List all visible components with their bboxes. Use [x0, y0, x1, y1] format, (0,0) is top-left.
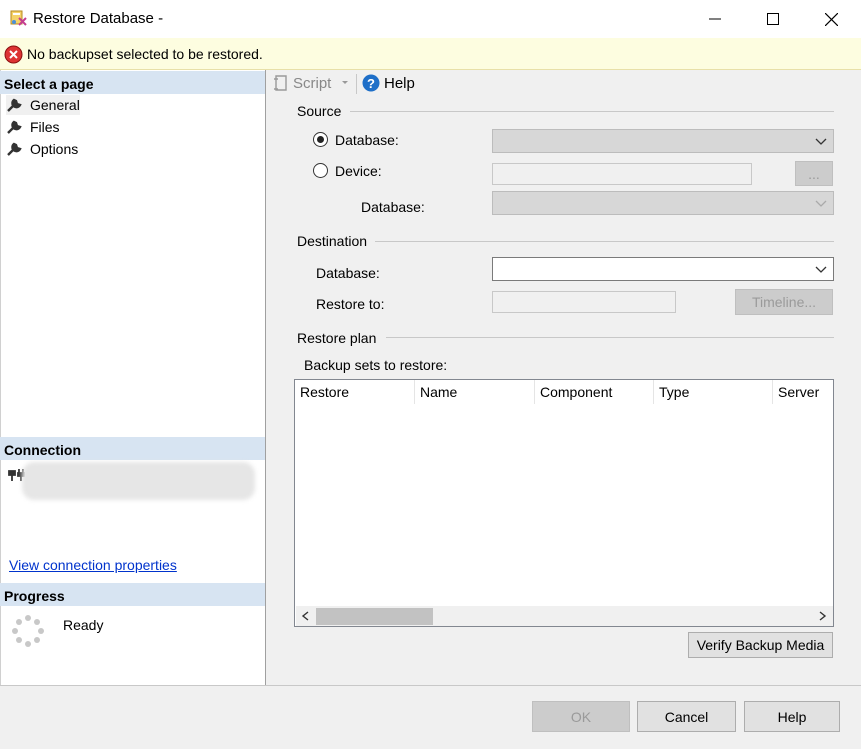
restore-to-input[interactable]	[492, 291, 676, 313]
backup-sets-label: Backup sets to restore:	[304, 357, 448, 373]
scroll-right-icon[interactable]	[819, 611, 827, 621]
column-header-restore[interactable]: Restore	[295, 380, 415, 404]
help-toolbar-button[interactable]: ? Help	[362, 74, 415, 92]
script-icon	[274, 75, 287, 91]
destination-divider	[375, 241, 834, 242]
device-database-combo[interactable]	[492, 191, 834, 215]
chevron-down-icon	[815, 138, 827, 145]
horizontal-scrollbar[interactable]	[296, 606, 833, 626]
backup-sets-grid[interactable]: Restore Name Component Type Server	[294, 379, 834, 627]
help-icon: ?	[362, 74, 380, 92]
cancel-button[interactable]: Cancel	[637, 701, 736, 732]
page-item-options[interactable]: Options	[6, 139, 78, 159]
timeline-button[interactable]: Timeline...	[735, 289, 833, 315]
error-message: No backupset selected to be restored.	[27, 46, 263, 62]
restore-plan-group-label: Restore plan	[297, 330, 377, 346]
maximize-icon	[767, 13, 779, 25]
verify-backup-media-button[interactable]: Verify Backup Media	[688, 632, 833, 658]
page-item-files[interactable]: Files	[6, 117, 60, 137]
script-button[interactable]: Script	[272, 74, 353, 92]
source-sub-database-label: Database:	[361, 199, 425, 215]
device-path-input[interactable]	[492, 163, 752, 185]
progress-status: Ready	[63, 617, 104, 633]
wrench-icon	[7, 142, 22, 156]
chevron-down-icon	[815, 266, 827, 273]
destination-database-label: Database:	[316, 265, 380, 281]
column-header-component[interactable]: Component	[535, 380, 654, 404]
connection-redacted	[22, 462, 255, 500]
device-browse-button[interactable]: ...	[795, 161, 833, 186]
close-icon	[824, 12, 838, 26]
wrench-icon	[7, 98, 22, 112]
connection-header: Connection	[0, 437, 265, 460]
progress-spinner-icon	[12, 615, 44, 650]
dropdown-arrow-icon	[342, 81, 349, 84]
script-label: Script	[293, 74, 332, 92]
svg-text:?: ?	[367, 76, 375, 91]
source-device-radio[interactable]	[313, 163, 328, 178]
column-header-server[interactable]: Server	[773, 380, 833, 404]
footer-divider	[0, 685, 861, 686]
column-header-name[interactable]: Name	[415, 380, 535, 404]
source-database-radio[interactable]	[313, 132, 328, 147]
source-divider	[350, 111, 834, 112]
page-item-label: Files	[30, 119, 60, 135]
minimize-button[interactable]	[686, 0, 744, 38]
view-connection-properties-link[interactable]: View connection properties	[9, 557, 177, 573]
help-button[interactable]: Help	[744, 701, 840, 732]
chevron-down-icon	[815, 200, 827, 207]
source-database-label: Database:	[335, 132, 399, 148]
destination-group-label: Destination	[297, 233, 368, 249]
page-item-label: General	[30, 97, 80, 113]
window-title: Restore Database -	[33, 10, 164, 27]
destination-database-combo[interactable]	[492, 257, 834, 281]
app-icon	[10, 9, 28, 27]
scrollbar-thumb[interactable]	[316, 608, 433, 625]
restore-to-label: Restore to:	[316, 296, 385, 312]
close-button[interactable]	[802, 0, 860, 38]
toolbar-separator	[356, 74, 357, 94]
source-database-combo[interactable]	[492, 129, 834, 153]
ok-button[interactable]: OK	[532, 701, 630, 732]
scroll-left-icon[interactable]	[301, 611, 309, 621]
wrench-icon	[7, 120, 22, 134]
maximize-button[interactable]	[744, 0, 802, 38]
source-device-label: Device:	[335, 163, 382, 179]
select-page-header: Select a page	[0, 71, 265, 94]
minimize-icon	[709, 18, 721, 20]
help-label: Help	[384, 74, 415, 92]
progress-header: Progress	[0, 583, 265, 606]
column-header-type[interactable]: Type	[654, 380, 773, 404]
page-item-label: Options	[30, 141, 79, 157]
restore-plan-divider	[386, 337, 834, 338]
error-icon	[4, 45, 23, 64]
page-item-general[interactable]: General	[6, 95, 80, 115]
source-group-label: Source	[297, 103, 342, 119]
